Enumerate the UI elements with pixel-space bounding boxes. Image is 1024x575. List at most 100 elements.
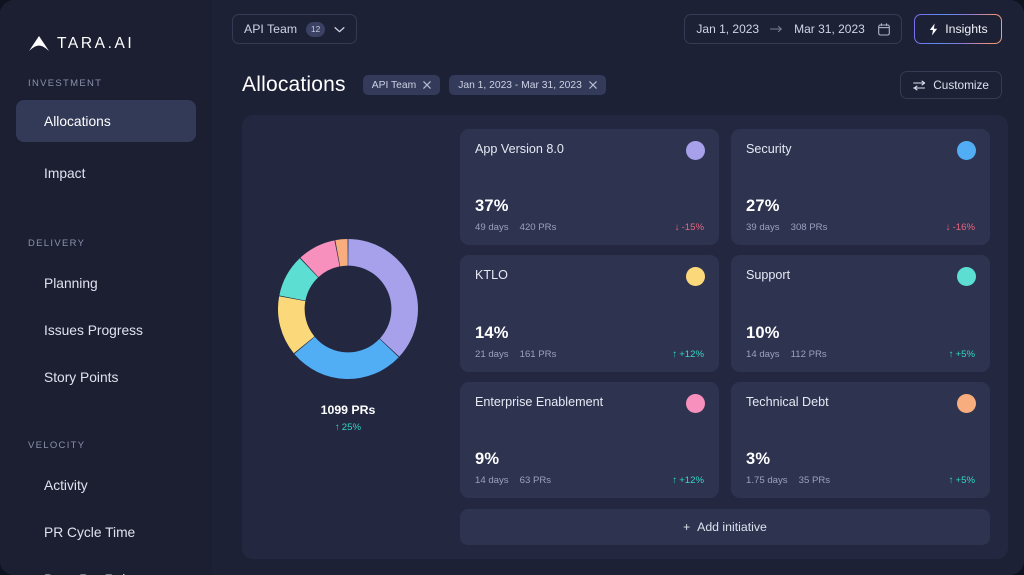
plus-icon: + bbox=[683, 520, 690, 534]
sidebar-item-story-points[interactable]: Story Points bbox=[16, 356, 196, 398]
initiative-delta-value: -15% bbox=[682, 222, 704, 233]
initiative-percent: 37% bbox=[475, 197, 704, 216]
donut-chart-section: 1099 PRs ↑ 25% bbox=[242, 115, 454, 559]
sidebar-item-allocations[interactable]: Allocations bbox=[16, 100, 196, 142]
sidebar-group-investment-label: INVESTMENT bbox=[0, 78, 212, 89]
initiative-delta-arrow: ↑ bbox=[672, 349, 677, 360]
brand-logo[interactable]: TARA.AI bbox=[0, 0, 212, 62]
customize-button[interactable]: Customize bbox=[900, 71, 1002, 99]
initiative-days: 14 days bbox=[475, 475, 509, 486]
donut-slice[interactable] bbox=[348, 239, 418, 357]
initiative-delta-arrow: ↑ bbox=[949, 349, 954, 360]
initiative-card[interactable]: Support10%14 days112 PRs↑+5% bbox=[731, 255, 990, 371]
sidebar-item-pr-cycle-time[interactable]: PR Cycle Time bbox=[16, 511, 196, 553]
sidebar-item-label: Bugs Per Release bbox=[44, 572, 155, 575]
brand-name: TARA.AI bbox=[57, 35, 134, 53]
initiative-delta-arrow: ↓ bbox=[946, 222, 951, 233]
initiative-card[interactable]: KTLO14%21 days161 PRs↑+12% bbox=[460, 255, 719, 371]
initiative-card[interactable]: Security27%39 days308 PRs↓-16% bbox=[731, 129, 990, 245]
page-title: Allocations bbox=[242, 73, 346, 97]
customize-button-label: Customize bbox=[933, 78, 989, 92]
initiative-prs: 112 PRs bbox=[791, 349, 827, 360]
team-selector[interactable]: API Team 12 bbox=[232, 14, 357, 44]
topbar: API Team 12 Jan 1, 2023 Mar 31, 2023 bbox=[212, 0, 1024, 58]
initiative-delta-arrow: ↑ bbox=[949, 475, 954, 486]
sidebar-item-label: Planning bbox=[44, 276, 98, 291]
close-icon[interactable] bbox=[423, 81, 431, 89]
donut-chart-svg bbox=[274, 235, 422, 383]
initiative-days: 21 days bbox=[475, 349, 509, 360]
donut-chart[interactable] bbox=[274, 235, 422, 383]
initiative-delta-value: -16% bbox=[953, 222, 975, 233]
team-selector-label: API Team bbox=[244, 22, 297, 36]
initiative-delta-arrow: ↑ bbox=[672, 475, 677, 486]
initiative-delta: ↑+12% bbox=[672, 349, 704, 360]
arrow-right-icon bbox=[770, 25, 783, 33]
initiative-cards-grid: App Version 8.037%49 days420 PRs↓-15%Sec… bbox=[460, 129, 990, 498]
insights-button-label: Insights bbox=[945, 22, 987, 36]
sidebar-item-label: PR Cycle Time bbox=[44, 525, 135, 540]
filter-chip-label: Jan 1, 2023 - Mar 31, 2023 bbox=[458, 80, 582, 91]
calendar-icon bbox=[878, 23, 890, 36]
initiative-days: 1.75 days bbox=[746, 475, 788, 486]
sidebar-item-impact[interactable]: Impact bbox=[16, 152, 196, 194]
initiative-card-title: Support bbox=[746, 268, 975, 282]
sidebar-item-activity[interactable]: Activity bbox=[16, 464, 196, 506]
initiative-card-title: Technical Debt bbox=[746, 395, 975, 409]
sidebar-item-issues-progress[interactable]: Issues Progress bbox=[16, 309, 196, 351]
sidebar-item-label: Issues Progress bbox=[44, 323, 143, 338]
main-content: API Team 12 Jan 1, 2023 Mar 31, 2023 bbox=[212, 0, 1024, 575]
insights-button[interactable]: Insights bbox=[914, 14, 1002, 44]
sidebar-group-velocity-label: VELOCITY bbox=[0, 440, 212, 451]
filter-chip-team[interactable]: API Team bbox=[363, 75, 440, 95]
close-icon[interactable] bbox=[589, 81, 597, 89]
initiative-percent: 27% bbox=[746, 197, 975, 216]
sidebar-item-planning[interactable]: Planning bbox=[16, 262, 196, 304]
initiative-delta: ↑+5% bbox=[949, 475, 975, 486]
sliders-icon bbox=[913, 80, 926, 91]
app-window: TARA.AI INVESTMENT Allocations Impact DE… bbox=[0, 0, 1024, 575]
sidebar-group-delivery: Planning Issues Progress Story Points bbox=[0, 262, 212, 398]
sidebar-item-label: Activity bbox=[44, 478, 88, 493]
allocations-panel: 1099 PRs ↑ 25% App Version 8.0 37% 49 days… bbox=[242, 115, 1008, 559]
date-range-start: Jan 1, 2023 bbox=[696, 22, 759, 36]
sidebar: TARA.AI INVESTMENT Allocations Impact DE… bbox=[0, 0, 212, 575]
initiative-color-dot bbox=[957, 394, 976, 413]
date-range-end: Mar 31, 2023 bbox=[794, 22, 865, 36]
initiative-delta-value: +12% bbox=[679, 475, 704, 486]
add-initiative-button[interactable]: + Add initiative bbox=[460, 509, 990, 545]
sidebar-item-bugs-per-release[interactable]: Bugs Per Release bbox=[16, 558, 196, 575]
initiative-card[interactable]: App Version 8.037%49 days420 PRs↓-15% bbox=[460, 129, 719, 245]
initiative-delta-value: +5% bbox=[956, 475, 975, 486]
initiative-color-dot bbox=[686, 394, 705, 413]
date-range-picker[interactable]: Jan 1, 2023 Mar 31, 2023 bbox=[684, 14, 901, 44]
add-initiative-label: Add initiative bbox=[697, 520, 767, 534]
tara-triangle-logo-icon bbox=[28, 35, 50, 53]
donut-delta-value: 25% bbox=[342, 422, 361, 433]
initiative-delta: ↓-15% bbox=[675, 222, 704, 233]
initiative-prs: 308 PRs bbox=[791, 222, 828, 233]
filter-chip-date-range[interactable]: Jan 1, 2023 - Mar 31, 2023 bbox=[449, 75, 606, 95]
initiative-delta: ↓-16% bbox=[946, 222, 975, 233]
initiative-percent: 3% bbox=[746, 450, 975, 469]
initiative-card[interactable]: Enterprise Enablement9%14 days63 PRs↑+12… bbox=[460, 382, 719, 498]
sidebar-group-velocity: Activity PR Cycle Time Bugs Per Release … bbox=[0, 464, 212, 575]
donut-slice[interactable] bbox=[294, 337, 398, 379]
initiative-delta: ↑+12% bbox=[672, 475, 704, 486]
initiative-cards-section: App Version 8.037%49 days420 PRs↓-15%Sec… bbox=[454, 115, 1008, 559]
initiative-days: 14 days bbox=[746, 349, 780, 360]
initiative-percent: 10% bbox=[746, 324, 975, 343]
team-member-count-badge: 12 bbox=[306, 22, 325, 37]
donut-delta-arrow: ↑ bbox=[335, 422, 340, 433]
page-header: Allocations API Team Jan 1, 2023 - Mar 3… bbox=[212, 58, 1024, 102]
initiative-card-title: App Version 8.0 bbox=[475, 142, 704, 156]
chevron-down-icon bbox=[334, 26, 345, 33]
filter-chip-label: API Team bbox=[372, 80, 416, 91]
initiative-days: 49 days bbox=[475, 222, 509, 233]
initiative-card[interactable]: Technical Debt3%1.75 days35 PRs↑+5% bbox=[731, 382, 990, 498]
sidebar-group-investment: Allocations Impact bbox=[0, 100, 212, 194]
initiative-delta-value: +12% bbox=[679, 349, 704, 360]
initiative-days: 39 days bbox=[746, 222, 780, 233]
initiative-prs: 63 PRs bbox=[520, 475, 551, 486]
filter-chip-list: API Team Jan 1, 2023 - Mar 31, 2023 bbox=[363, 75, 606, 95]
